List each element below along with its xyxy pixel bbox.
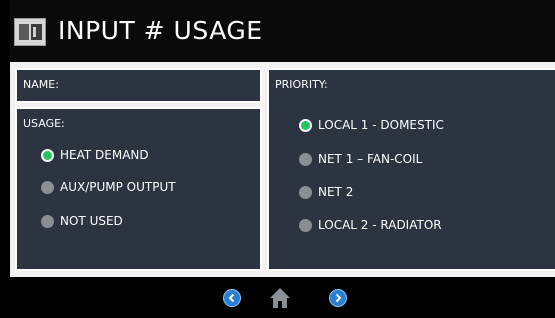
radio-unselected-icon[interactable] bbox=[299, 218, 312, 232]
usage-option-heat-demand[interactable]: HEAT DEMAND bbox=[41, 148, 149, 162]
input-module-icon bbox=[14, 18, 46, 46]
option-label: NET 1 – FAN-COIL bbox=[318, 152, 423, 166]
radio-unselected-icon[interactable] bbox=[41, 214, 54, 228]
option-label: NET 2 bbox=[318, 185, 354, 199]
option-label: LOCAL 2 - RADIATOR bbox=[318, 218, 442, 232]
option-label: AUX/PUMP OUTPUT bbox=[60, 180, 176, 194]
radio-unselected-icon[interactable] bbox=[299, 152, 312, 166]
priority-option-net-1-fan-coil[interactable]: NET 1 – FAN-COIL bbox=[299, 152, 422, 166]
option-label: HEAT DEMAND bbox=[60, 148, 149, 162]
radio-selected-icon[interactable] bbox=[41, 148, 54, 162]
chevron-right-icon[interactable] bbox=[329, 289, 347, 307]
bottom-navigation-bar bbox=[10, 277, 555, 318]
chevron-left-icon[interactable] bbox=[223, 289, 241, 307]
usage-option-not-used[interactable]: NOT USED bbox=[41, 214, 123, 228]
priority-label: PRIORITY: bbox=[275, 78, 328, 91]
content-area: NAME: USAGE: HEAT DEMAND AUX/PUMP OUTPUT… bbox=[10, 62, 555, 277]
option-label: NOT USED bbox=[60, 214, 123, 228]
name-panel[interactable]: NAME: bbox=[15, 68, 262, 103]
priority-option-local-1-domestic[interactable]: LOCAL 1 - DOMESTIC bbox=[299, 118, 444, 132]
priority-option-net-2[interactable]: NET 2 bbox=[299, 185, 353, 199]
radio-unselected-icon[interactable] bbox=[41, 180, 54, 194]
usage-label: USAGE: bbox=[23, 117, 65, 130]
name-label: NAME: bbox=[23, 78, 59, 91]
home-icon[interactable] bbox=[269, 287, 291, 309]
radio-selected-icon[interactable] bbox=[299, 118, 312, 132]
priority-panel: PRIORITY: LOCAL 1 - DOMESTIC NET 1 – FAN… bbox=[267, 68, 555, 271]
option-label: LOCAL 1 - DOMESTIC bbox=[318, 118, 444, 132]
usage-option-aux-pump-output[interactable]: AUX/PUMP OUTPUT bbox=[41, 180, 176, 194]
usage-panel: USAGE: HEAT DEMAND AUX/PUMP OUTPUT NOT U… bbox=[15, 107, 262, 271]
radio-unselected-icon[interactable] bbox=[299, 185, 312, 199]
page-title: INPUT # USAGE bbox=[58, 16, 263, 45]
priority-option-local-2-radiator[interactable]: LOCAL 2 - RADIATOR bbox=[299, 218, 442, 232]
